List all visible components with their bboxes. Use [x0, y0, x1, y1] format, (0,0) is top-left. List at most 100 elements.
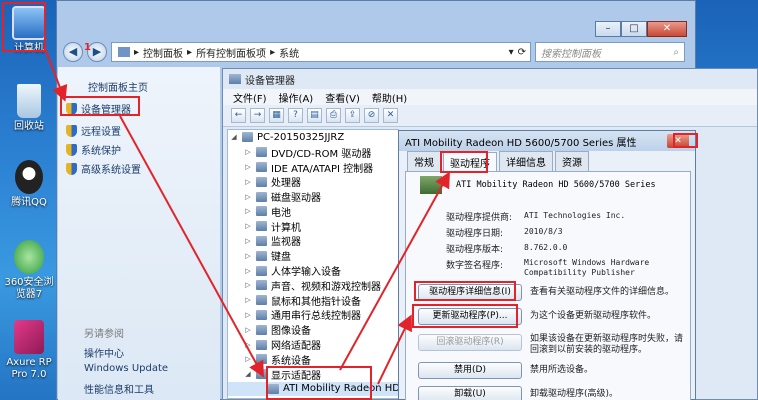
- tree-item[interactable]: ▷ 键盘: [228, 248, 398, 263]
- back-button[interactable]: ◀: [63, 42, 83, 62]
- tree-item[interactable]: ▷ 监视器: [228, 234, 398, 248]
- menu-bar: 文件(F) 操作(A) 查看(V) 帮助(H): [223, 89, 757, 105]
- tree-item[interactable]: ▷ 图像设备: [228, 322, 398, 337]
- desktop-icon-label: 360安全浏览器7: [4, 277, 54, 300]
- desktop-icon-recycle-bin[interactable]: 回收站: [0, 84, 58, 133]
- expand-icon[interactable]: ▷: [244, 341, 252, 349]
- tree-item[interactable]: ▷ IDE ATA/ATAPI 控制器: [228, 160, 398, 175]
- device-manager-titlebar: 设备管理器: [223, 69, 757, 89]
- uninstall-icon[interactable]: ✕: [383, 108, 398, 123]
- grid-icon[interactable]: ▦: [269, 108, 284, 123]
- expand-icon[interactable]: ▷: [244, 355, 252, 363]
- prop-value: 2010/8/3: [524, 227, 563, 236]
- see-also-action-center[interactable]: 操作中心: [84, 345, 124, 360]
- breadcrumb-item[interactable]: 控制面板: [143, 45, 183, 60]
- tree-item[interactable]: ▷ 通用串行总线控制器: [228, 308, 398, 322]
- sidebar-item-remote-settings[interactable]: 远程设置: [66, 123, 121, 138]
- desktop-icon-qq[interactable]: 腾讯QQ: [0, 160, 58, 209]
- tree-item[interactable]: ▷ 系统设备: [228, 352, 398, 367]
- network-adapter-icon: [256, 339, 267, 350]
- expand-icon[interactable]: ▷: [244, 296, 252, 304]
- disable-icon[interactable]: ⊘: [364, 108, 379, 123]
- refresh-icon[interactable]: ⟳: [518, 47, 530, 58]
- tree-item[interactable]: ▷ 网络适配器: [228, 337, 398, 352]
- expand-icon[interactable]: ▷: [244, 222, 252, 230]
- highlight-display-adapters: [266, 366, 372, 400]
- menu-action[interactable]: 操作(A): [279, 90, 314, 105]
- properties-icon[interactable]: ▤: [307, 108, 322, 123]
- tree-item[interactable]: ▷ 鼠标和其他指针设备: [228, 293, 398, 308]
- computer-icon: [256, 221, 267, 232]
- expand-icon[interactable]: ▷: [244, 281, 252, 289]
- tree-item[interactable]: ▷ 电池: [228, 204, 398, 219]
- collapse-icon[interactable]: ◢: [230, 133, 238, 141]
- sound-icon: [256, 280, 267, 291]
- highlight-update-driver: [412, 304, 518, 328]
- desktop-icon-axure[interactable]: Axure RP Pro 7.0: [0, 320, 58, 381]
- menu-file[interactable]: 文件(F): [233, 90, 267, 105]
- address-bar[interactable]: ▸ 控制面板 ▸ 所有控制面板项 ▸ 系统 ▾ ⟳: [111, 42, 531, 62]
- expand-icon[interactable]: ▷: [244, 193, 252, 201]
- dialog-titlebar: ATI Mobility Radeon HD 5600/5700 Series …: [399, 131, 695, 151]
- step-number: 1: [84, 42, 91, 53]
- breadcrumb-item[interactable]: 系统: [279, 45, 299, 60]
- back-icon[interactable]: ←: [231, 108, 246, 123]
- minimize-button[interactable]: –: [595, 21, 621, 37]
- tree-item[interactable]: ▷ 计算机: [228, 219, 398, 234]
- qq-penguin-icon: [15, 160, 43, 194]
- button-description: 为这个设备更新驱动程序软件。: [530, 311, 657, 321]
- tree-item[interactable]: ▷ DVD/CD-ROM 驱动器: [228, 145, 398, 160]
- tab-general[interactable]: 常规: [407, 151, 441, 171]
- desktop-icon-360-browser[interactable]: 360安全浏览器7: [0, 240, 58, 301]
- see-also-performance[interactable]: 性能信息和工具: [84, 381, 154, 396]
- expand-icon[interactable]: ▷: [244, 311, 252, 319]
- tree-item[interactable]: ▷ 处理器: [228, 174, 398, 189]
- expand-icon[interactable]: ▷: [244, 163, 252, 171]
- uninstall-button[interactable]: 卸载(U): [418, 386, 522, 400]
- tree-item[interactable]: ▷ 人体学输入设备: [228, 263, 398, 278]
- scan-icon[interactable]: ⎙: [326, 108, 341, 123]
- menu-help[interactable]: 帮助(H): [372, 90, 407, 105]
- tree-item[interactable]: ▷ 磁盘驱动器: [228, 189, 398, 204]
- sidebar-home-link[interactable]: 控制面板主页: [88, 79, 148, 94]
- dropdown-icon[interactable]: ▾: [509, 47, 514, 58]
- expand-icon[interactable]: ▷: [244, 252, 252, 260]
- menu-view[interactable]: 查看(V): [325, 90, 360, 105]
- disable-button[interactable]: 禁用(D): [418, 362, 522, 379]
- sidebar-item-label: 系统保护: [81, 146, 121, 157]
- expand-icon[interactable]: ▷: [244, 178, 252, 186]
- maximize-button[interactable]: □: [621, 21, 647, 37]
- shield-icon: [66, 124, 77, 137]
- close-button[interactable]: ✕: [647, 21, 687, 37]
- expand-icon[interactable]: ▷: [244, 267, 252, 275]
- button-description: 查看有关驱动程序文件的详细信息。: [530, 287, 675, 297]
- expand-icon[interactable]: ▷: [244, 148, 252, 156]
- sidebar-item-system-protection[interactable]: 系统保护: [66, 142, 121, 157]
- highlight-driver-details: [414, 281, 516, 301]
- prop-value: ATI Technologies Inc.: [524, 211, 626, 220]
- sidebar-item-advanced-settings[interactable]: 高级系统设置: [66, 161, 141, 176]
- expand-icon[interactable]: ▷: [244, 237, 252, 245]
- forward-icon[interactable]: →: [250, 108, 265, 123]
- rollback-driver-button[interactable]: 回滚驱动程序(R): [418, 334, 522, 351]
- desktop-icon-label: Axure RP Pro 7.0: [6, 357, 52, 380]
- search-icon: ⌕: [673, 46, 679, 58]
- breadcrumb-separator-icon: ▸: [270, 46, 276, 58]
- help-icon[interactable]: ?: [288, 108, 303, 123]
- tree-root[interactable]: ◢ PC-20150325JJRZ: [228, 130, 398, 145]
- expand-icon[interactable]: ▷: [244, 326, 252, 334]
- update-icon[interactable]: ⇪: [345, 108, 360, 123]
- search-input[interactable]: 搜索控制面板 ⌕: [535, 42, 685, 62]
- tab-details[interactable]: 详细信息: [499, 151, 553, 171]
- tab-resources[interactable]: 资源: [555, 151, 589, 171]
- device-tree: ◢ PC-20150325JJRZ ▷ DVD/CD-ROM 驱动器 ▷ IDE A…: [227, 129, 399, 399]
- expand-icon[interactable]: ▷: [244, 207, 252, 215]
- display-adapter-icon: [420, 176, 442, 194]
- collapse-icon[interactable]: ◢: [244, 370, 252, 378]
- tree-item[interactable]: ▷ 声音、视频和游戏控制器: [228, 278, 398, 293]
- prop-label: 驱动程序提供商:: [446, 213, 513, 223]
- breadcrumb-item[interactable]: 所有控制面板项: [196, 45, 266, 60]
- axure-icon: [14, 320, 44, 354]
- ide-controller-icon: [256, 161, 267, 172]
- see-also-windows-update[interactable]: Windows Update: [84, 363, 168, 374]
